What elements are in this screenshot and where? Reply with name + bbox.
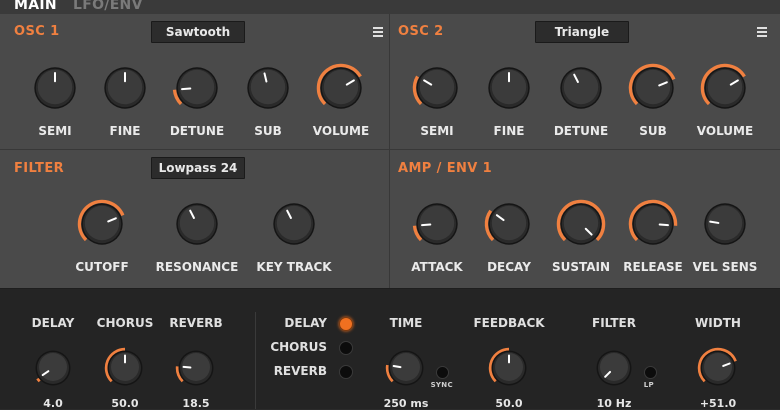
tab-bar: MAIN LFO/ENV xyxy=(0,0,780,14)
fx-mix-delay-knob[interactable] xyxy=(33,348,73,388)
tab-lfo-env[interactable]: LFO/ENV xyxy=(73,0,143,13)
fx-time-sync-toggle[interactable] xyxy=(436,366,449,379)
filter-title: FILTER xyxy=(14,161,65,176)
amp-release-knob[interactable] xyxy=(628,199,678,248)
section-divider-vertical xyxy=(389,14,390,288)
fx-feedback-value: 50.0 xyxy=(495,397,523,410)
filter-key-track-knob[interactable] xyxy=(270,200,318,248)
fx-select-chorus-led[interactable] xyxy=(339,341,353,355)
fx-select-reverb-led[interactable] xyxy=(339,365,353,379)
fx-time-sync-label: SYNC xyxy=(430,381,453,389)
fx-feedback-knob[interactable] xyxy=(488,347,529,388)
osc1-fine-knob[interactable] xyxy=(101,64,149,112)
osc1-title: OSC 1 xyxy=(14,24,60,39)
fx-select-delay-led[interactable] xyxy=(339,317,353,331)
fx-feedback-label: FEEDBACK xyxy=(473,316,545,330)
fx-mix-reverb-knob[interactable] xyxy=(175,348,216,388)
fx-select-reverb-label: REVERB xyxy=(273,364,327,378)
filter-cutoff-label: CUTOFF xyxy=(75,260,129,274)
fx-time-value: 250 ms xyxy=(383,397,429,410)
fx-mix-chorus-knob[interactable] xyxy=(104,347,145,388)
fx-select-delay-label: DELAY xyxy=(284,316,327,330)
osc1-sub-knob[interactable] xyxy=(244,64,292,112)
amp-attack-knob[interactable] xyxy=(412,200,461,248)
osc2-volume-knob[interactable] xyxy=(700,63,749,112)
osc1-semi-knob[interactable] xyxy=(31,64,79,112)
osc1-volume-label: VOLUME xyxy=(312,124,370,138)
fx-width-label: WIDTH xyxy=(695,316,741,330)
osc1-detune-knob[interactable] xyxy=(172,64,221,112)
fx-filter-label: FILTER xyxy=(592,316,636,330)
filter-resonance-knob[interactable] xyxy=(173,200,221,248)
fx-filter-lp-toggle[interactable] xyxy=(644,366,657,379)
filter-cutoff-knob[interactable] xyxy=(77,199,126,248)
amp-decay-knob[interactable] xyxy=(484,200,533,248)
fx-time-label: TIME xyxy=(389,316,423,330)
tab-main[interactable]: MAIN xyxy=(14,0,57,13)
fx-filter-lp-label: LP xyxy=(643,381,654,389)
osc2-fine-knob[interactable] xyxy=(485,64,533,112)
fx-filter-knob[interactable] xyxy=(594,348,634,388)
osc2-semi-knob[interactable] xyxy=(412,64,461,112)
fx-select-chorus-label: CHORUS xyxy=(270,340,327,354)
filter-resonance-label: RESONANCE xyxy=(155,260,239,274)
osc2-detune-knob[interactable] xyxy=(557,64,605,112)
fx-width-value: +51.0 xyxy=(699,397,737,410)
fx-mix-reverb-label: REVERB xyxy=(169,316,223,330)
osc2-menu-icon[interactable] xyxy=(757,27,767,37)
fx-width-knob[interactable] xyxy=(697,347,738,388)
osc2-waveform-dropdown[interactable]: Triangle xyxy=(535,21,629,43)
fx-mix-reverb-value: 18.5 xyxy=(182,397,210,410)
amp-vel-sens-knob[interactable] xyxy=(701,200,749,248)
osc2-sub-knob[interactable] xyxy=(628,63,677,112)
section-divider-horizontal xyxy=(0,149,780,150)
osc1-volume-knob[interactable] xyxy=(316,63,365,112)
osc1-menu-icon[interactable] xyxy=(373,27,383,37)
amp-title: AMP / ENV 1 xyxy=(398,161,493,176)
osc2-title: OSC 2 xyxy=(398,24,444,39)
fx-filter-value: 10 Hz xyxy=(596,397,632,410)
filter-type-dropdown[interactable]: Lowpass 24 xyxy=(151,157,245,179)
osc2-volume-label: VOLUME xyxy=(696,124,754,138)
filter-key-track-label: KEY TRACK xyxy=(256,260,332,274)
amp-sustain-knob[interactable] xyxy=(556,199,606,248)
osc1-waveform-dropdown[interactable]: Sawtooth xyxy=(151,21,245,43)
fx-time-knob[interactable] xyxy=(385,348,426,388)
amp-vel-sens-label: VEL SENS xyxy=(692,260,758,274)
